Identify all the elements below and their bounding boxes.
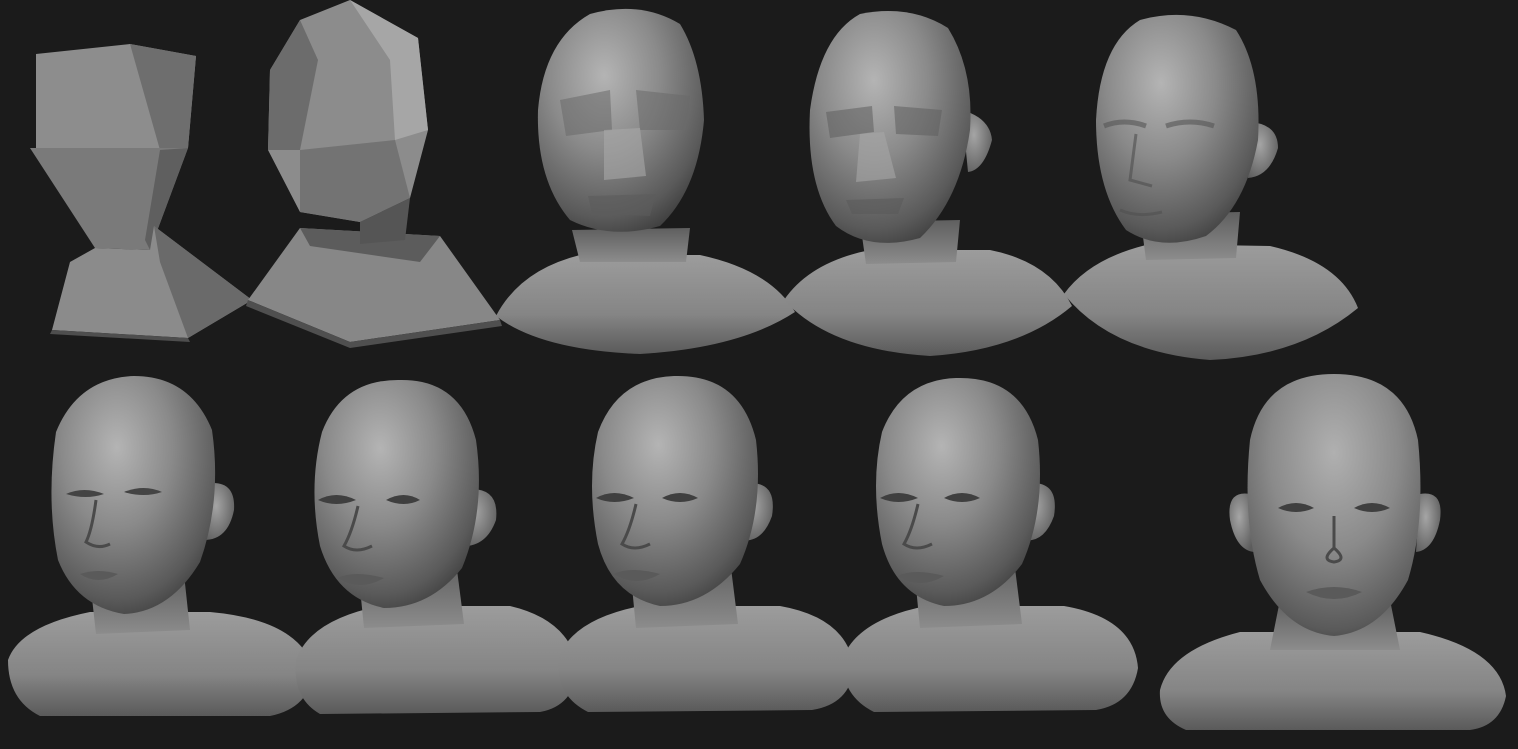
head-model-stage-9 <box>842 377 1138 712</box>
head-model-stage-5 <box>1064 14 1358 360</box>
head-model-stage-4 <box>784 11 1072 356</box>
progression-image <box>8 0 1506 730</box>
sculpt-progression-canvas <box>0 0 1518 749</box>
head-model-stage-1 <box>30 44 252 342</box>
head-model-stage-6 <box>8 376 314 716</box>
head-model-stage-7 <box>295 379 578 714</box>
head-model-stage-3 <box>496 8 795 354</box>
head-model-stage-8 <box>557 375 854 712</box>
head-model-stage-10 <box>1159 374 1506 730</box>
head-model-stage-2 <box>246 0 502 348</box>
